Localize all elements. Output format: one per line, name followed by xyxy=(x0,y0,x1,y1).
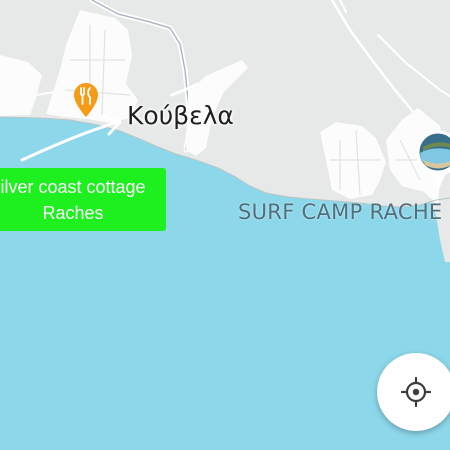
fork-knife-icon xyxy=(74,83,98,117)
surf-camp-label[interactable]: SURF CAMP RACHE xyxy=(238,200,443,224)
town-label: Κούβελα xyxy=(127,101,234,130)
property-label[interactable]: ilver coast cottage Raches xyxy=(0,168,166,231)
property-label-line1: ilver coast cottage xyxy=(0,176,146,197)
photo-thumbnail-icon xyxy=(416,130,450,191)
photo-marker[interactable] xyxy=(413,127,450,193)
my-location-button[interactable] xyxy=(377,353,450,431)
my-location-icon xyxy=(400,376,432,408)
restaurant-marker[interactable] xyxy=(72,82,100,118)
property-label-line2: Raches xyxy=(42,202,104,223)
